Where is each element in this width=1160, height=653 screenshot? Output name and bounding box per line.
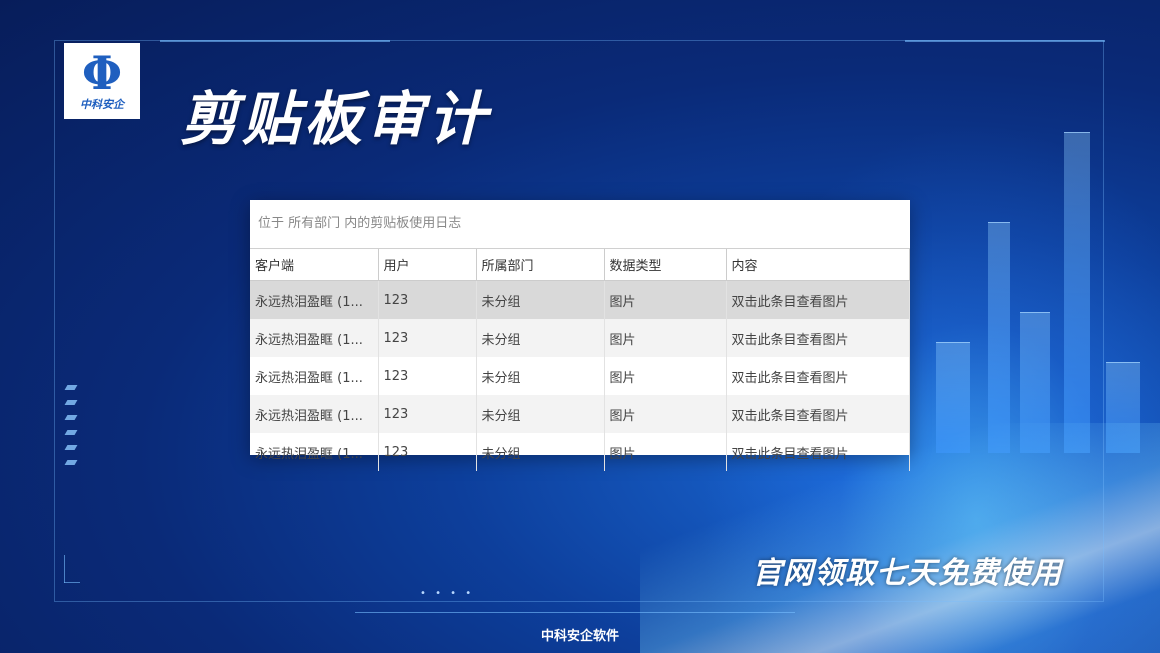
table-row[interactable]: 永远热泪盈眶 (1... 123 未分组 图片 双击此条目查看图片 bbox=[250, 280, 910, 319]
cell-user: 123 bbox=[378, 319, 477, 357]
column-header-client[interactable]: 客户端 bbox=[250, 249, 379, 281]
cell-data-type: 图片 bbox=[604, 395, 727, 433]
cell-department: 未分组 bbox=[476, 433, 605, 471]
column-header-content[interactable]: 内容 bbox=[726, 249, 910, 281]
frame-accent-top-right bbox=[905, 40, 1105, 42]
table-row[interactable]: 永远热泪盈眶 (1... 123 未分组 图片 双击此条目查看图片 bbox=[250, 395, 910, 433]
cell-user: 123 bbox=[378, 357, 477, 395]
column-header-data-type[interactable]: 数据类型 bbox=[604, 249, 727, 281]
cell-data-type: 图片 bbox=[604, 357, 727, 395]
frame-accent-left-h bbox=[64, 582, 80, 583]
logo-mark: Φ bbox=[81, 46, 123, 100]
cell-user: 123 bbox=[378, 280, 477, 319]
cell-user: 123 bbox=[378, 395, 477, 433]
frame-accent-top bbox=[160, 40, 390, 42]
cell-content: 双击此条目查看图片 bbox=[726, 395, 910, 433]
cell-content: 双击此条目查看图片 bbox=[726, 433, 910, 471]
cell-data-type: 图片 bbox=[604, 280, 727, 319]
cell-content: 双击此条目查看图片 bbox=[726, 357, 910, 395]
table-row[interactable]: 永远热泪盈眶 (1... 123 未分组 图片 双击此条目查看图片 bbox=[250, 357, 910, 395]
table-header-row: 客户端 用户 所属部门 数据类型 内容 bbox=[250, 249, 910, 281]
cell-department: 未分组 bbox=[476, 357, 605, 395]
cell-client: 永远热泪盈眶 (1... bbox=[250, 433, 379, 471]
cell-department: 未分组 bbox=[476, 319, 605, 357]
cell-content: 双击此条目查看图片 bbox=[726, 319, 910, 357]
logo-text: 中科安企 bbox=[80, 98, 124, 111]
promo-slogan: 官网领取七天免费使用 bbox=[752, 556, 1062, 591]
cell-data-type: 图片 bbox=[604, 319, 727, 357]
clipboard-log-table: 客户端 用户 所属部门 数据类型 内容 永远热泪盈眶 (1... 123 未分组… bbox=[250, 249, 910, 471]
cell-client: 永远热泪盈眶 (1... bbox=[250, 357, 379, 395]
cell-client: 永远热泪盈眶 (1... bbox=[250, 280, 379, 319]
cell-department: 未分组 bbox=[476, 280, 605, 319]
cell-client: 永远热泪盈眶 (1... bbox=[250, 319, 379, 357]
footer-brand: 中科安企软件 bbox=[540, 629, 619, 644]
panel-caption: 位于 所有部门 内的剪贴板使用日志 bbox=[250, 200, 910, 249]
frame-accent-bottom bbox=[355, 612, 795, 613]
frame-dots: • • • • bbox=[420, 588, 475, 599]
page-title: 剪贴板审计 bbox=[180, 85, 491, 153]
table-row[interactable]: 永远热泪盈眶 (1... 123 未分组 图片 双击此条目查看图片 bbox=[250, 433, 910, 471]
column-header-department[interactable]: 所属部门 bbox=[476, 249, 605, 281]
cell-content: 双击此条目查看图片 bbox=[726, 280, 910, 319]
frame-accent-left bbox=[64, 555, 65, 583]
column-header-user[interactable]: 用户 bbox=[378, 249, 477, 281]
cell-user: 123 bbox=[378, 433, 477, 471]
clipboard-log-panel: 位于 所有部门 内的剪贴板使用日志 客户端 用户 所属部门 数据类型 内容 永远… bbox=[250, 200, 910, 471]
cell-data-type: 图片 bbox=[604, 433, 727, 471]
cell-client: 永远热泪盈眶 (1... bbox=[250, 395, 379, 433]
table-row[interactable]: 永远热泪盈眶 (1... 123 未分组 图片 双击此条目查看图片 bbox=[250, 319, 910, 357]
company-logo: Φ 中科安企 bbox=[64, 43, 140, 119]
cell-department: 未分组 bbox=[476, 395, 605, 433]
